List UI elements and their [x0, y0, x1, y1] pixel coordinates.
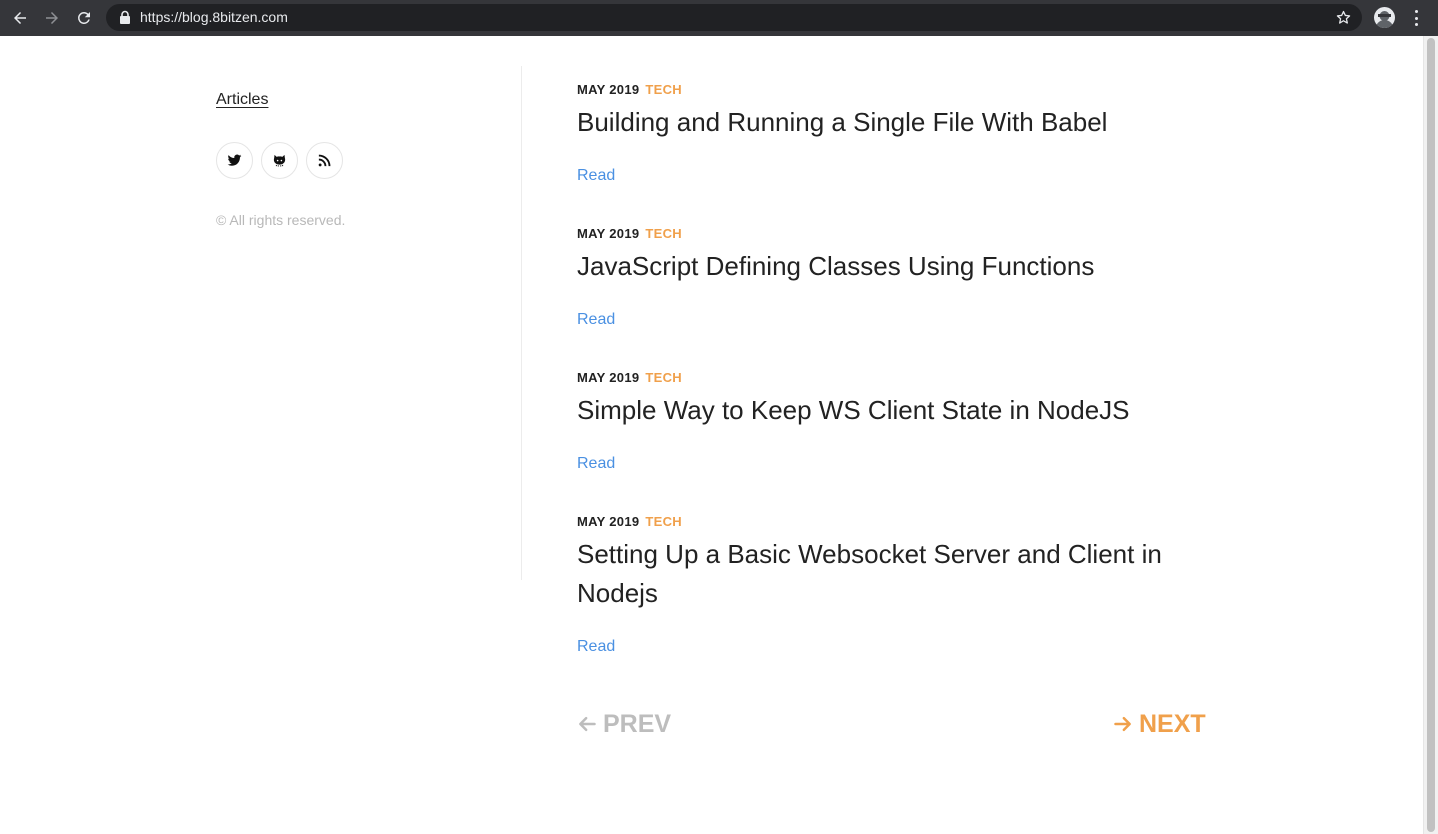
reload-icon — [78, 12, 90, 24]
post-tag[interactable]: TECH — [645, 82, 682, 97]
post-meta: MAY 2019 TECH — [577, 370, 682, 386]
read-link[interactable]: Read — [577, 637, 615, 657]
next-page-button[interactable]: NEXT — [1113, 708, 1206, 740]
arrow-left-icon — [14, 12, 26, 24]
articles-link[interactable]: Articles — [216, 90, 268, 110]
forward-button[interactable] — [40, 6, 64, 30]
arrow-left-icon — [579, 716, 596, 732]
prev-page-button[interactable]: PREV — [577, 708, 671, 740]
page-scrollbar[interactable] — [1423, 36, 1438, 834]
post-title[interactable]: Setting Up a Basic Websocket Server and … — [577, 535, 1217, 613]
back-button[interactable] — [8, 6, 32, 30]
url-text: https://blog.8bitzen.com — [140, 9, 288, 25]
browser-toolbar: https://blog.8bitzen.com — [0, 0, 1438, 36]
post-date: MAY 2019 — [577, 226, 640, 241]
user-icon — [1375, 11, 1394, 28]
prev-label: PREV — [603, 710, 672, 738]
address-bar[interactable]: https://blog.8bitzen.com — [106, 4, 1362, 31]
post-date: MAY 2019 — [577, 82, 640, 97]
github-icon — [273, 154, 286, 167]
post-tag[interactable]: TECH — [645, 514, 682, 529]
post-meta: MAY 2019 TECH — [577, 514, 682, 530]
rss-icon — [318, 154, 331, 167]
twitter-icon — [227, 154, 242, 166]
rss-button[interactable] — [306, 142, 343, 179]
read-link[interactable]: Read — [577, 454, 615, 474]
lock-icon — [120, 10, 130, 24]
arrow-right-icon — [1114, 716, 1131, 732]
post-date: MAY 2019 — [577, 514, 640, 529]
profile-avatar[interactable] — [1374, 7, 1395, 28]
github-button[interactable] — [261, 142, 298, 179]
sidebar-divider — [521, 66, 522, 580]
post-meta: MAY 2019 TECH — [577, 226, 682, 242]
copyright-text: © All rights reserved. — [216, 212, 346, 228]
arrow-right-icon — [46, 12, 58, 24]
post-tag[interactable]: TECH — [645, 226, 682, 241]
scrollbar-thumb[interactable] — [1427, 38, 1435, 832]
post-title[interactable]: Building and Running a Single File With … — [577, 103, 1217, 142]
twitter-button[interactable] — [216, 142, 253, 179]
post-title[interactable]: JavaScript Defining Classes Using Functi… — [577, 247, 1217, 286]
post-tag[interactable]: TECH — [645, 370, 682, 385]
next-label: NEXT — [1139, 710, 1206, 738]
reload-button[interactable] — [72, 6, 96, 30]
browser-menu-icon[interactable] — [1408, 8, 1424, 28]
post-title[interactable]: Simple Way to Keep WS Client State in No… — [577, 391, 1217, 430]
post-date: MAY 2019 — [577, 370, 640, 385]
read-link[interactable]: Read — [577, 310, 615, 330]
post-meta: MAY 2019 TECH — [577, 82, 682, 98]
bookmark-star-icon[interactable] — [1335, 9, 1352, 26]
read-link[interactable]: Read — [577, 166, 615, 186]
